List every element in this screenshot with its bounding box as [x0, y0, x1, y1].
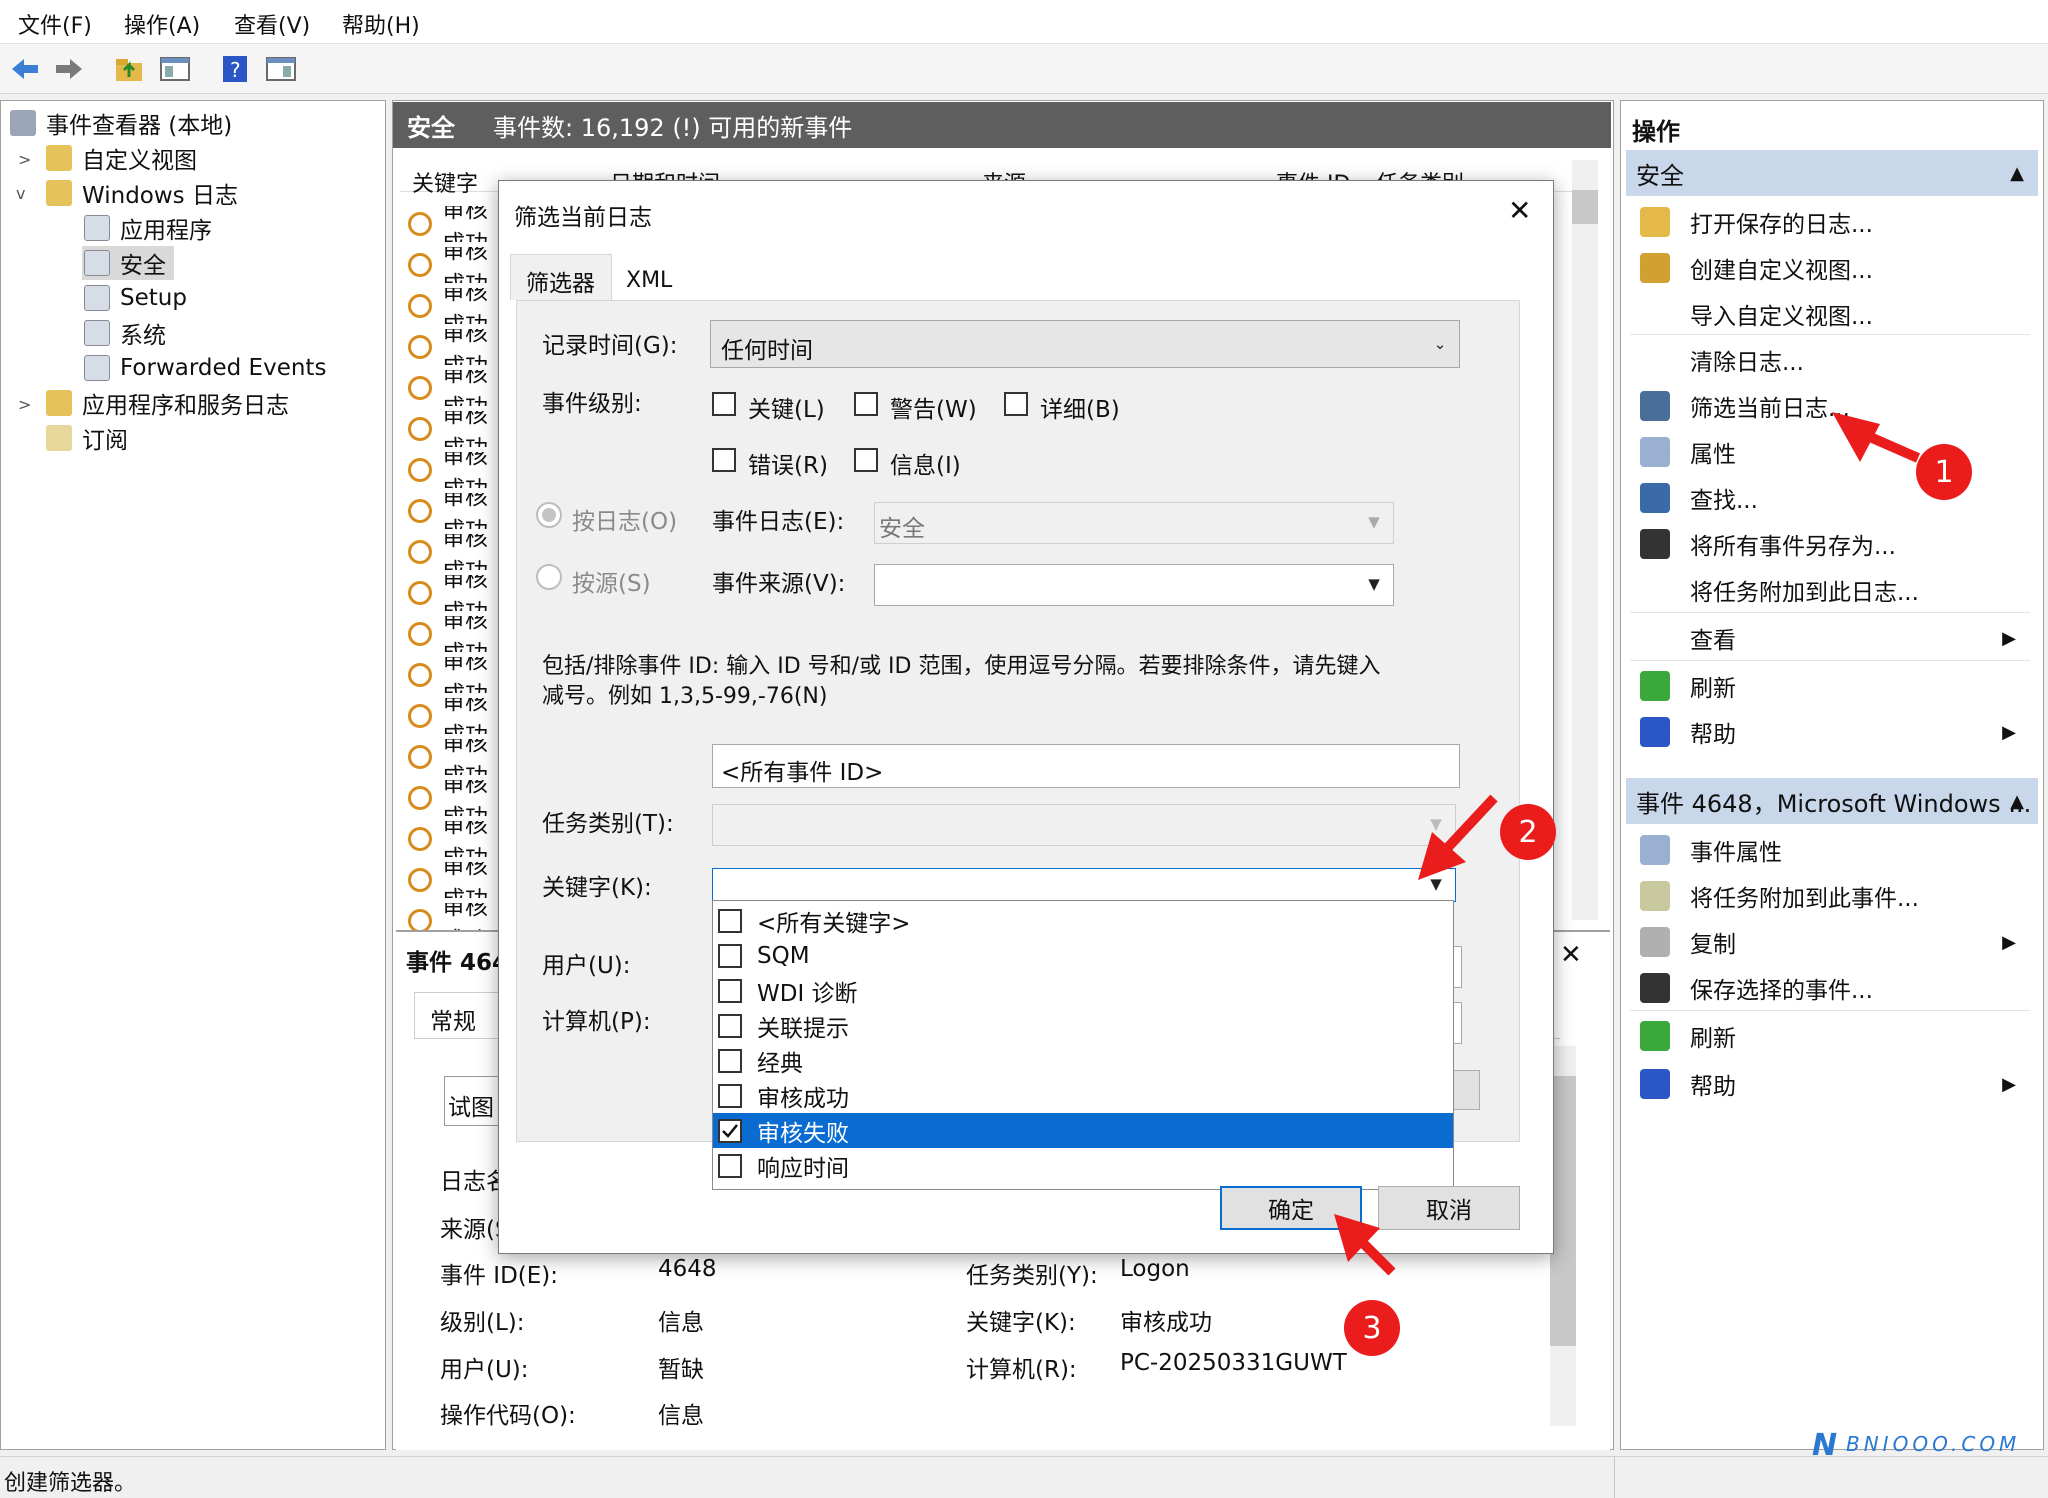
annotation-2: 2	[1500, 804, 1556, 860]
annotation-arrows	[1334, 412, 1921, 1276]
annotation-1: 1	[1916, 444, 1972, 500]
watermark: BNIOOO.COM	[1846, 1432, 2021, 1456]
watermark-logo-icon: N	[1812, 1428, 1838, 1463]
annotation-3: 3	[1344, 1300, 1400, 1356]
